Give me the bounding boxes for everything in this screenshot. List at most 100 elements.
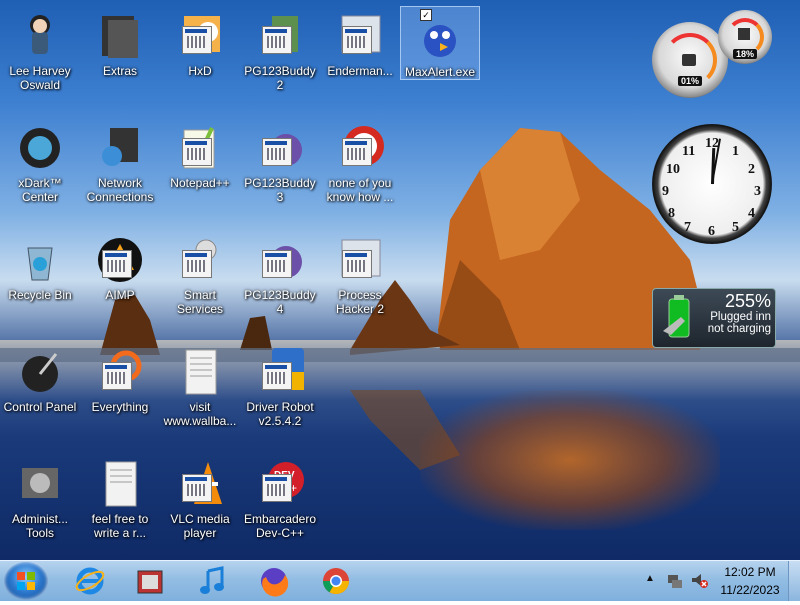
firefox-icon [261, 568, 289, 597]
desktop-icon-notepad-plus-plus[interactable]: Notepad++ [160, 118, 240, 218]
icon-label: PG123Buddy2 [244, 64, 316, 92]
icon-label: Control Panel [3, 400, 77, 414]
desktop-icon-control-panel[interactable]: Control Panel [0, 342, 80, 442]
cpu-meter-gadget[interactable]: 01% [652, 22, 728, 98]
desktop-icon-feel-free[interactable]: feel free to write a r... [80, 454, 160, 554]
icon-label: VLC media player [170, 512, 230, 540]
devcpp-icon: DEV+ [256, 460, 304, 508]
red-circle-icon [336, 124, 384, 172]
maxalert-icon: ✓ [416, 9, 464, 61]
icon-label: Embarcadero Dev-C++ [243, 512, 317, 540]
icon-label: Network Connections [86, 176, 154, 204]
text-file-icon [176, 348, 224, 396]
icon-label: Everything [91, 400, 149, 414]
desktop-icon-vlc[interactable]: VLC media player [160, 454, 240, 554]
desktop-icon-administrative-tools[interactable]: Administ... Tools [0, 454, 80, 554]
desktop-icon-dev-cpp[interactable]: DEV+ Embarcadero Dev-C++ [240, 454, 320, 554]
taskbar-internet-explorer[interactable] [66, 564, 114, 598]
cpu-chip-icon [682, 54, 696, 66]
purple-creature-icon [256, 236, 304, 284]
battery-icon [663, 295, 690, 338]
desktop-icon-aimp[interactable]: AIMP [80, 230, 160, 330]
icon-label: HxD [188, 64, 212, 78]
clock-number: 8 [668, 206, 675, 221]
taskbar-firefox[interactable] [250, 564, 298, 598]
taskbar-clock-time[interactable]: 12:02 PM [716, 565, 784, 579]
network-tray-icon[interactable] [666, 571, 684, 589]
clock-number: 10 [666, 162, 680, 177]
clock-number: 11 [682, 144, 696, 159]
battery-status-line2: not charging [707, 323, 771, 335]
memory-percent: 18% [732, 48, 758, 59]
battery-gadget[interactable]: 255% Plugged inn not charging [652, 288, 776, 348]
desktop-icon-pg123buddy2[interactable]: PG123Buddy2 [240, 6, 320, 106]
clock-number: 4 [748, 206, 755, 221]
windows-logo-icon [17, 572, 35, 590]
taskbar-itunes[interactable] [188, 564, 236, 598]
desktop-icon-pg123buddy3[interactable]: PG123Buddy3 [240, 118, 320, 218]
desktop[interactable]: Lee Harvey Oswald Extras HxD PG123Buddy2… [0, 0, 800, 560]
desktop-icon-xdark-center[interactable]: xDark™ Center [0, 118, 80, 218]
desktop-icon-network-connections[interactable]: Network Connections [80, 118, 160, 218]
icon-label: Notepad++ [170, 176, 230, 190]
desktop-icon-lee-harvey-oswald[interactable]: Lee Harvey Oswald [0, 6, 80, 106]
rock-reflection [420, 390, 720, 530]
internet-explorer-icon [75, 567, 105, 595]
icon-label: MaxAlert.exe [404, 65, 476, 79]
desktop-icon-process-hacker-2[interactable]: Process Hacker 2 [320, 230, 400, 330]
icon-label: Recycle Bin [8, 288, 72, 302]
desktop-icon-extras[interactable]: Extras [80, 6, 160, 106]
character-icon [16, 12, 64, 60]
clock-number: 1 [732, 144, 739, 159]
icon-label: Lee Harvey Oswald [9, 64, 71, 92]
icon-label: xDark™ Center [18, 176, 62, 204]
icon-label: PG123Buddy4 [244, 288, 316, 316]
desktop-icon-visit-wallba[interactable]: visit www.wallba... [160, 342, 240, 442]
desktop-icon-hxd[interactable]: HxD [160, 6, 240, 106]
search-icon [96, 348, 144, 396]
desktop-icon-pg123buddy4[interactable]: PG123Buddy4 [240, 230, 320, 330]
taskbar-clock-date[interactable]: 11/22/2023 [716, 583, 784, 597]
desktop-icon-everything[interactable]: Everything [80, 342, 160, 442]
driver-robot-icon [256, 348, 304, 396]
clock-number: 2 [748, 162, 755, 177]
clock-gadget[interactable]: 12 1 2 3 4 5 6 7 8 9 10 11 [652, 124, 772, 244]
clock-number: 5 [732, 220, 739, 235]
clock-number: 9 [662, 184, 669, 199]
show-desktop-button[interactable] [788, 561, 800, 601]
vlc-cone-icon [176, 460, 224, 508]
icon-label: Driver Robot v2.5.4.2 [246, 400, 314, 428]
taskbar-app-launcher[interactable] [126, 564, 174, 598]
icon-label: feel free to write a r... [91, 512, 149, 540]
folder-icon [96, 12, 144, 60]
memory-meter-gadget[interactable]: 18% [718, 10, 772, 64]
network-icon [96, 124, 144, 172]
icon-label: Process Hacker 2 [335, 288, 385, 316]
desktop-icon-driver-robot[interactable]: Driver Robot v2.5.4.2 [240, 342, 320, 442]
start-button[interactable] [4, 562, 48, 600]
volume-muted-icon[interactable] [690, 571, 708, 589]
show-hidden-icons-arrow-icon[interactable]: ▲ [645, 573, 655, 584]
icon-label: Administ... Tools [11, 512, 68, 540]
app-launcher-icon [137, 570, 163, 594]
desktop-icon-maxalert[interactable]: ✓ MaxAlert.exe [400, 6, 480, 80]
desktop-icon-none-of-you[interactable]: none of you know how ... [320, 118, 400, 218]
desktop-icon-smart-services[interactable]: Smart Services [160, 230, 240, 330]
cpu-percent: 01% [677, 75, 703, 86]
hxd-icon [176, 12, 224, 60]
text-file-icon [96, 460, 144, 508]
memory-chip-icon [738, 28, 750, 40]
control-panel-icon [16, 348, 64, 396]
music-note-icon [200, 566, 224, 594]
desktop-icon-recycle-bin[interactable]: Recycle Bin [0, 230, 80, 330]
gears-icon [176, 236, 224, 284]
selection-checkbox[interactable]: ✓ [420, 9, 432, 21]
desktop-icon-enderman[interactable]: Enderman... [320, 6, 400, 106]
icon-label: AIMP [105, 288, 135, 302]
recycle-bin-icon [16, 236, 64, 284]
icon-label: visit www.wallba... [163, 400, 237, 428]
window-app-icon [336, 236, 384, 284]
icon-label: Smart Services [176, 288, 223, 316]
taskbar-chrome[interactable] [312, 564, 360, 598]
chrome-icon [322, 568, 350, 595]
